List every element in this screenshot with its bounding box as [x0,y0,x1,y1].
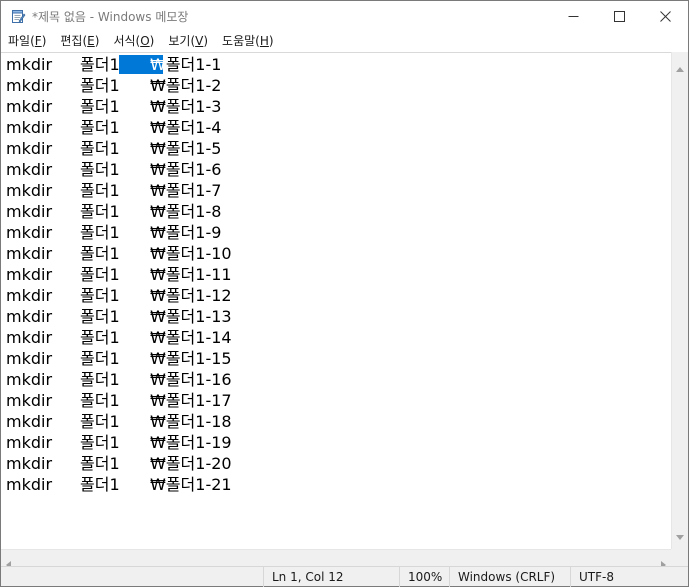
command-text: mkdir [6,475,53,494]
subfolder-path-text: ₩폴더1-6 [150,160,222,179]
subfolder-path-text: ₩폴더1-21 [150,475,232,494]
parent-folder-text: 폴더1 [80,202,120,221]
window-title: *제목 없음 - Windows 메모장 [32,10,189,24]
vertical-scrollbar[interactable] [671,52,688,549]
subfolder-path-text: ₩폴더1-18 [150,412,232,431]
subfolder-path-text: ₩폴더1-10 [150,244,232,263]
command-text: mkdir [6,244,53,263]
command-text: mkdir [6,433,53,452]
parent-folder-text: 폴더1 [80,391,120,410]
parent-folder-text: 폴더1 [80,433,120,452]
parent-folder-text: 폴더1 [80,223,120,242]
status-encoding: UTF-8 [570,567,688,587]
maximize-icon [613,10,625,22]
parent-folder-text: 폴더1 [80,97,120,116]
parent-folder-text: 폴더1 [80,265,120,284]
minimize-button[interactable] [550,1,596,31]
command-text: mkdir [6,391,53,410]
minimize-icon [568,11,579,22]
parent-folder-text: 폴더1 [80,139,120,158]
command-text: mkdir [6,97,53,116]
menu-edit[interactable]: 편집(E) [53,31,106,51]
parent-folder-text: 폴더1 [80,454,120,473]
subfolder-path-text: ₩폴더1-11 [150,265,232,284]
subfolder-path-text: ₩폴더1-16 [150,370,232,389]
scroll-up-arrow-icon[interactable] [676,57,684,76]
scrollbar-corner [671,549,688,566]
subfolder-path-text: ₩폴더1-1 [150,54,221,75]
close-button[interactable] [642,1,688,31]
command-text: mkdir [6,349,53,368]
command-text: mkdir [6,223,53,242]
parent-folder-text: 폴더1 [80,328,120,347]
command-text: mkdir [6,307,53,326]
subfolder-path-text: ₩폴더1-17 [150,391,232,410]
parent-folder-text: 폴더1 [80,244,120,263]
selected-character: ₩ [150,55,166,74]
command-text: mkdir [6,139,53,158]
subfolder-path-text: ₩폴더1-20 [150,454,232,473]
subfolder-path-text: ₩폴더1-14 [150,328,232,347]
parent-folder-text: 폴더1 [80,307,120,326]
menu-format[interactable]: 서식(O) [106,31,161,51]
status-zoom: 100% [399,567,449,587]
command-text: mkdir [6,118,53,137]
subfolder-path-text: ₩폴더1-7 [150,181,222,200]
parent-folder-text: 폴더1 [80,160,120,179]
command-text: mkdir [6,160,53,179]
subfolder-path-text: ₩폴더1-12 [150,286,232,305]
command-text: mkdir [6,55,53,74]
unselected-text: 폴더1-1 [165,55,222,74]
menu-file[interactable]: 파일(F) [1,31,53,51]
status-line-ending: Windows (CRLF) [449,567,570,587]
command-text: mkdir [6,202,53,221]
command-text: mkdir [6,181,53,200]
command-text: mkdir [6,265,53,284]
command-text: mkdir [6,286,53,305]
subfolder-path-text: ₩폴더1-19 [150,433,232,452]
subfolder-path-text: ₩폴더1-13 [150,307,232,326]
status-cursor-position: Ln 1, Col 12 [263,567,399,587]
notepad-window: *제목 없음 - Windows 메모장 파일(F) 편집(E) 서식(O) 보… [0,0,689,587]
text-editor[interactable]: mkdir 폴더1 ₩폴더1-1 mkdir 폴더1 ₩폴더1-2 mkdir 폴더1 ₩폴더1… [1,52,671,549]
parent-folder-text: 폴더1 [80,76,120,95]
parent-folder-text: 폴더1 [80,475,120,494]
command-text: mkdir [6,412,53,431]
parent-folder-text: 폴더1 [80,349,120,368]
command-text: mkdir [6,454,53,473]
title-bar[interactable]: *제목 없음 - Windows 메모장 [1,1,688,31]
command-text: mkdir [6,76,53,95]
subfolder-path-text: ₩폴더1-3 [150,97,222,116]
subfolder-path-text: ₩폴더1-15 [150,349,232,368]
subfolder-path-text: ₩폴더1-4 [150,118,222,137]
parent-folder-text: 폴더1 [80,370,120,389]
horizontal-scrollbar[interactable] [1,549,671,569]
subfolder-path-text: ₩폴더1-5 [150,139,222,158]
subfolder-path-text: ₩폴더1-8 [150,202,222,221]
scroll-down-arrow-icon[interactable] [676,525,684,544]
parent-folder-text: 폴더1 [80,55,120,74]
status-bar: Ln 1, Col 12 100% Windows (CRLF) UTF-8 [1,566,688,587]
parent-folder-text: 폴더1 [80,286,120,305]
parent-folder-text: 폴더1 [80,118,120,137]
subfolder-path-text: ₩폴더1-9 [150,223,222,242]
command-text: mkdir [6,328,53,347]
menu-bar: 파일(F) 편집(E) 서식(O) 보기(V) 도움말(H) [1,31,688,51]
parent-folder-text: 폴더1 [80,412,120,431]
parent-folder-text: 폴더1 [80,181,120,200]
maximize-button[interactable] [596,1,642,31]
subfolder-path-text: ₩폴더1-2 [150,76,222,95]
menu-help[interactable]: 도움말(H) [215,31,281,51]
command-text: mkdir [6,370,53,389]
notepad-icon[interactable] [10,8,26,24]
close-icon [659,10,671,22]
menu-view[interactable]: 보기(V) [161,31,215,51]
